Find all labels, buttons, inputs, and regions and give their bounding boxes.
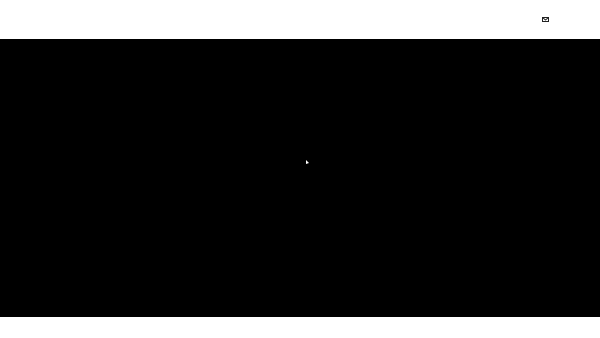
video-stage[interactable] [0, 39, 600, 317]
mail-icon [541, 17, 549, 22]
page [0, 0, 600, 338]
mouse-pointer-icon [306, 160, 309, 164]
bottom-bar [0, 317, 600, 338]
top-bar [0, 0, 600, 39]
mail-button[interactable] [540, 15, 550, 24]
